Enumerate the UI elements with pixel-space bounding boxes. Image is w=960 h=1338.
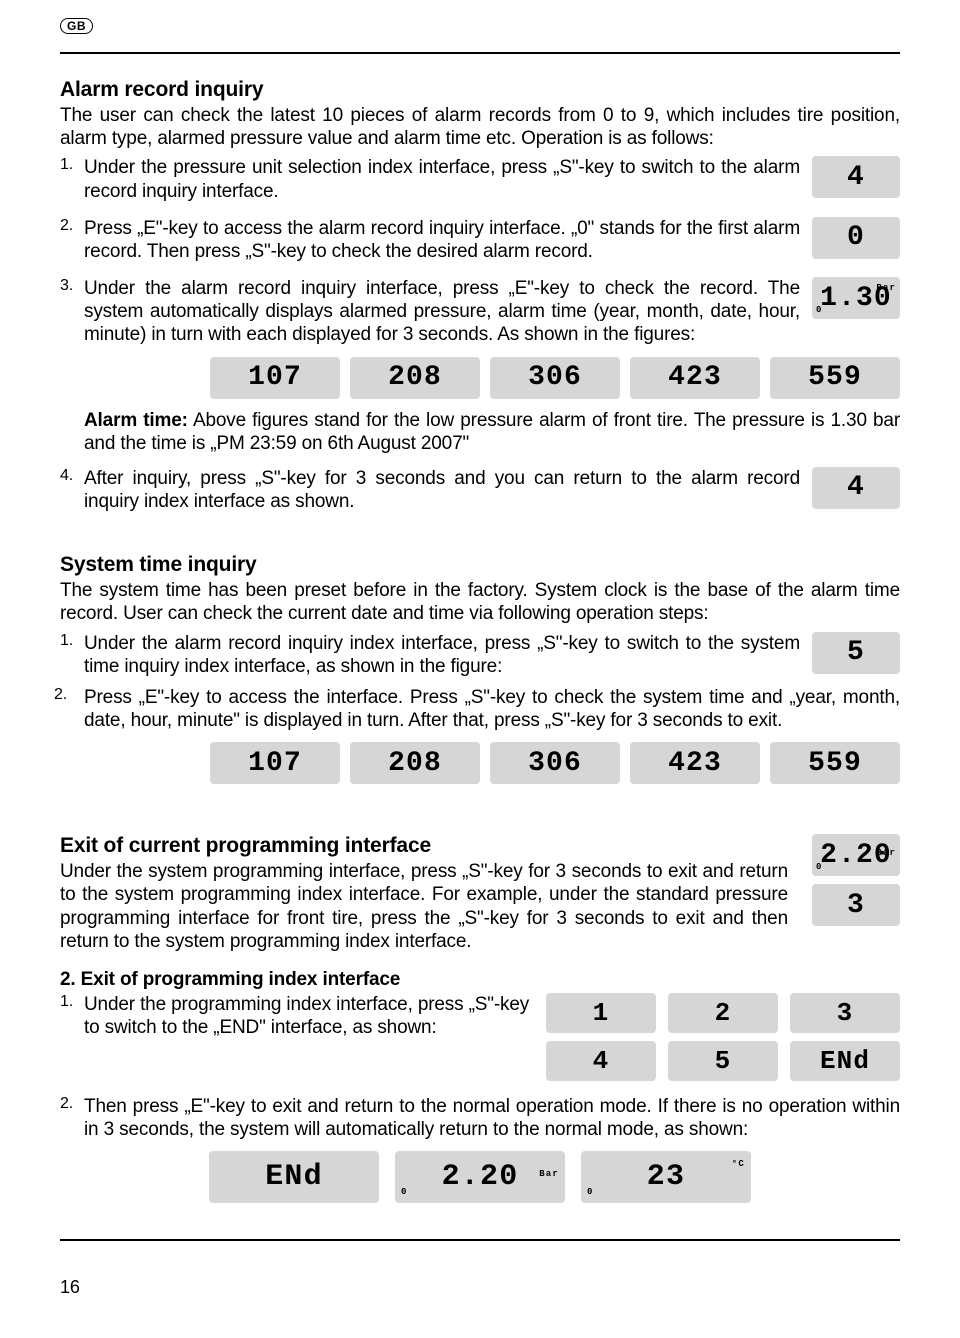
section-title: Exit of current programming interface [60,834,788,858]
list-item: 2. Press „E"-key to access the alarm rec… [60,217,900,263]
section-intro: Under the system programming interface, … [60,860,788,953]
page-number: 16 [60,1277,900,1298]
list-text: Then press „E"-key to exit and return to… [84,1095,900,1141]
tire-indicator: 0 [816,305,823,315]
lcd-display-temperature: 0 23 °C [581,1151,751,1203]
list-number: 1. [60,632,84,650]
lcd-display: 208 [350,357,480,399]
list-item: 1. Under the pressure unit selection ind… [60,156,900,202]
section-system-time: System time inquiry The system time has … [60,553,900,784]
lcd-display-pressure: 0 2.20 Bar [395,1151,565,1203]
lcd-display: 2 [668,993,778,1033]
lcd-display: 5 [812,632,900,674]
list-item: 2. Then press „E"-key to exit and return… [60,1095,900,1141]
list-number: 2. [60,1095,84,1141]
lcd-display-pressure: 0 2.20 Bar [812,834,900,876]
lcd-display: 3 [812,884,900,926]
list-number: 1. [60,156,84,174]
list-number: 1. [60,993,84,1039]
section-alarm-record: Alarm record inquiry The user can check … [60,78,900,513]
header-rule [60,52,900,54]
lcd-index-grid: 1 2 3 4 5 ENd [546,993,900,1081]
list-text: Under the programming index interface, p… [84,993,546,1039]
lcd-display: 4 [546,1041,656,1081]
lcd-display: 4 [812,156,900,198]
unit-label: Bar [539,1169,559,1179]
lcd-display: 5 [668,1041,778,1081]
unit-label: °C [732,1159,745,1169]
list-item: 1. Under the alarm record inquiry index … [60,632,900,678]
exit-step-row: 1. Under the programming index interface… [60,993,900,1081]
section-exit: Exit of current programming interface Un… [60,834,900,1203]
section-title: Alarm record inquiry [60,78,900,102]
lcd-time-sequence: 107 208 306 423 559 [200,742,900,784]
list-number: 3. [60,277,84,295]
list-number: 4. [60,467,84,485]
lcd-display: 107 [210,357,340,399]
section-title: System time inquiry [60,553,900,577]
tire-indicator: 0 [587,1187,594,1197]
lcd-display-end: ENd [790,1041,900,1081]
note-text: Above figures stand for the low pressure… [84,410,900,454]
list-number: 2. [60,217,84,235]
lcd-display: 306 [490,742,620,784]
lcd-display-end: ENd [209,1151,379,1203]
page-header: GB [60,18,900,34]
lcd-display: 559 [770,742,900,784]
lcd-display-pressure: 0 1.30 Bar [812,277,900,319]
lcd-display: 3 [790,993,900,1033]
list-text: Press „E"-key to access the interface. P… [84,686,900,732]
list-item: 3. Under the alarm record inquiry interf… [60,277,900,347]
list-item: 2. Press „E"-key to access the interface… [60,686,900,732]
subsection-title: 2. Exit of programming index interface [60,969,900,991]
section-intro: The user can check the latest 10 pieces … [60,104,900,150]
lcd-display: 208 [350,742,480,784]
lcd-display: 306 [490,357,620,399]
lcd-display: 423 [630,742,760,784]
lcd-time-sequence: 107 208 306 423 559 [200,357,900,399]
lcd-display: 423 [630,357,760,399]
unit-label: Bar [876,283,896,293]
lcd-final-row: ENd 0 2.20 Bar 0 23 °C [60,1151,900,1203]
lcd-display: 107 [210,742,340,784]
language-badge: GB [60,18,93,34]
list-text: Press „E"-key to access the alarm record… [84,217,800,263]
list-text: Under the pressure unit selection index … [84,156,800,202]
exit-intro-row: Exit of current programming interface Un… [60,834,900,953]
alarm-time-note: Alarm time: Above figures stand for the … [84,409,900,455]
lcd-value: 2.20 [442,1160,519,1194]
list-item: 4. After inquiry, press „S"-key for 3 se… [60,467,900,513]
tire-indicator: 0 [816,862,823,872]
lcd-display: 559 [770,357,900,399]
lcd-value: 23 [647,1160,685,1194]
label: Alarm time: [84,410,188,431]
lcd-display: 0 [812,217,900,259]
footer-rule [60,1239,900,1241]
lcd-display: 1 [546,993,656,1033]
tire-indicator: 0 [401,1187,408,1197]
list-text: After inquiry, press „S"-key for 3 secon… [84,467,800,513]
section-intro: The system time has been preset before i… [60,579,900,625]
lcd-display: 4 [812,467,900,509]
unit-label: Bar [876,848,896,858]
manual-page: GB Alarm record inquiry The user can che… [0,0,960,1338]
list-text: Under the alarm record inquiry index int… [84,632,800,678]
list-text: Under the alarm record inquiry interface… [84,277,800,347]
list-number: 2. [54,686,84,704]
